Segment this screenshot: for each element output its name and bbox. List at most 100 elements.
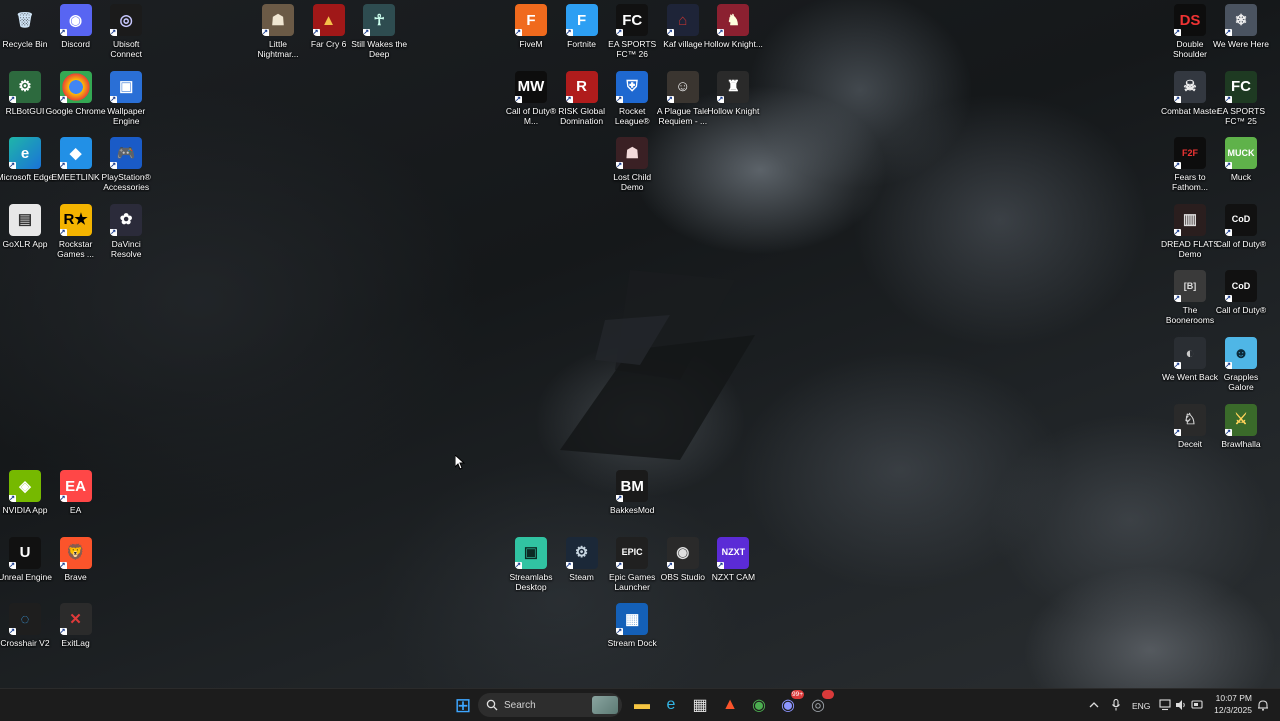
steam-glyph: ⚙	[574, 544, 589, 562]
desktop-icon-call-of-duty-mw[interactable]: MW ↗ Call of Duty® M...	[506, 70, 556, 137]
desktop-icon-exitlag[interactable]: ✕ ↗ ExitLag	[51, 603, 101, 669]
taskbar-discord-button[interactable]: ◉ 99+	[776, 690, 804, 717]
desktop-icon-goxlr-app[interactable]: ▤ GoXLR App	[0, 203, 50, 270]
desktop-icon-rlbotgui[interactable]: ⚙ ↗ RLBotGUI	[0, 70, 50, 137]
desktop-icon-far-cry-6[interactable]: ▲ ↗ Far Cry 6	[304, 4, 354, 70]
desktop-icon-recycle-bin[interactable]: 🗑 Recycle Bin	[0, 4, 50, 70]
desktop-icon-combat-master[interactable]: ☠ ↗ Combat Master	[1161, 70, 1219, 137]
desktop-icon-ubisoft-connect[interactable]: ◎ ↗ Ubisoft Connect	[101, 4, 151, 70]
ea-sports-fc-26-glyph: FC	[622, 11, 643, 29]
desktop-icon-epic-games-launcher[interactable]: EPIC ↗ Epic Games Launcher	[607, 536, 657, 603]
desktop-icon-ea[interactable]: EA ↗ EA	[51, 470, 101, 536]
taskbar-search-box[interactable]: Search	[478, 693, 622, 717]
desktop-icon-playstation-accessories[interactable]: 🎮 ↗ PlayStation® Accessories	[101, 137, 151, 203]
ea-sports-fc-25-icon: FC ↗	[1225, 70, 1257, 103]
desktop-icon-google-chrome[interactable]: ↗ Google Chrome	[46, 70, 106, 137]
microphone-icon[interactable]	[1111, 699, 1121, 711]
desktop-icon-hollow-knight-silksong[interactable]: ♞ ↗ Hollow Knight...	[704, 4, 763, 70]
desktop-icon-double-shoulder[interactable]: DS ↗ Double Shoulder	[1165, 4, 1215, 70]
brawlhalla-icon: ⚔ ↗	[1225, 403, 1257, 436]
shortcut-arrow-icon: ↗	[9, 561, 16, 569]
desktop-icon-discord[interactable]: ◉ ↗ Discord	[51, 4, 101, 70]
desktop-icon-call-of-duty-a[interactable]: CoD ↗ Call of Duty®	[1216, 203, 1266, 270]
desktop-icon-call-of-duty-b[interactable]: CoD ↗ Call of Duty®	[1216, 270, 1266, 336]
desktop-icon-muck[interactable]: MUCK ↗ Muck	[1216, 137, 1266, 203]
desktop-icon-fivem[interactable]: F ↗ FiveM	[506, 4, 556, 70]
desktop-icon-fortnite[interactable]: F ↗ Fortnite	[557, 4, 607, 70]
desktop-icon-emeetlink[interactable]: ◆ ↗ EMEETLINK	[51, 137, 101, 203]
ea-sports-fc-25-glyph: FC	[1231, 78, 1251, 96]
call-of-duty-mw-glyph: MW	[517, 78, 545, 96]
shortcut-arrow-icon: ↗	[616, 29, 624, 36]
desktop-icon-lost-child-demo[interactable]: ☗ ↗ Lost Child Demo	[607, 137, 657, 203]
desktop-icon-davinci-resolve[interactable]: ✿ ↗ DaVinci Resolve	[101, 203, 151, 270]
desktop-icon-we-were-here[interactable]: ❄ ↗ We Were Here	[1213, 4, 1269, 70]
language-indicator[interactable]: ENG	[1132, 701, 1150, 711]
desktop-icon-hollow-knight[interactable]: ♜ ↗ Hollow Knight	[707, 70, 759, 137]
shortcut-arrow-icon: ↗	[1174, 162, 1181, 170]
shortcut-arrow-icon: ↗	[9, 628, 16, 636]
volume-icon[interactable]	[1175, 699, 1187, 711]
desktop-icon-stream-dock[interactable]: ▦ ↗ Stream Dock	[607, 603, 657, 669]
taskbar-brave-button[interactable]: ▲	[718, 693, 742, 717]
shortcut-arrow-icon: ↗	[717, 95, 725, 103]
desktop-icon-bakkesmod[interactable]: BM ↗ BakkesMod	[607, 470, 657, 536]
clock[interactable]: 10:07 PM 12/3/2025	[1208, 693, 1252, 715]
still-wakes-the-deep-icon: ☥ ↗	[363, 4, 396, 36]
desktop-icon-the-backrooms[interactable]: [B] ↗ The Boonerooms	[1165, 270, 1215, 336]
desktop-icon-risk-global-domination[interactable]: R ↗ RISK Global Domination	[557, 70, 607, 137]
clock-time: 10:07 PM	[1215, 693, 1252, 703]
shortcut-arrow-icon: ↗	[1225, 162, 1232, 170]
desktop-icon-deceit[interactable]: ♘ ↗ Deceit	[1165, 403, 1215, 470]
desktop-icon-nzxt-cam[interactable]: NZXT ↗ NZXT CAM	[708, 536, 758, 603]
desktop-icon-a-plague-tale-requiem[interactable]: ☺ ↗ A Plague Tale Requiem - ...	[657, 70, 709, 137]
desktop-icon-dread-flats-demo[interactable]: ▥ ↗ DREAD FLATS Demo	[1161, 203, 1219, 270]
discord-glyph: ◉	[69, 11, 83, 29]
rocket-league-icon: ⛨ ↗	[616, 70, 649, 103]
taskbar-start-button[interactable]: ⊞	[451, 693, 475, 717]
desktop-icon-little-nightmares[interactable]: ☗ ↗ Little Nightmar...	[253, 4, 303, 70]
taskbar-edge-button[interactable]: e	[659, 693, 683, 717]
desktop-icon-grapples-galore[interactable]: ☻ ↗ Grapples Galore	[1216, 337, 1266, 403]
search-icon	[486, 699, 498, 711]
desktop-icon-streamlabs-desktop[interactable]: ▣ ↗ Streamlabs Desktop	[506, 536, 556, 603]
desktop-icon-ea-sports-fc-26[interactable]: FC ↗ EA SPORTS FC™ 26	[607, 4, 657, 70]
desktop-icon-microsoft-edge[interactable]: e ↗ Microsoft Edge	[0, 137, 53, 203]
desktop-icon-obs-studio[interactable]: ◉ ↗ OBS Studio	[658, 536, 708, 603]
ea-icon: EA ↗	[59, 470, 92, 503]
streamlabs-desktop-glyph: ▣	[523, 544, 539, 562]
shortcut-arrow-icon: ↗	[1174, 295, 1181, 303]
desktop-icon-brave[interactable]: 🦁 ↗ Brave	[51, 536, 101, 603]
desktop-icon-steam[interactable]: ⚙ ↗ Steam	[557, 536, 607, 603]
clock-date: 12/3/2025	[1214, 705, 1252, 715]
desktop-icon-unreal-engine[interactable]: U ↗ Unreal Engine	[0, 536, 52, 603]
shortcut-arrow-icon: ↗	[616, 561, 624, 569]
hollow-knight-silksong-icon: ♞ ↗	[717, 4, 750, 36]
taskbar-file-explorer-button[interactable]: ▬	[630, 693, 654, 717]
desktop-icon-rockstar-games[interactable]: R★ ↗ Rockstar Games ...	[51, 203, 101, 270]
desktop-icon-crosshair-v2[interactable]: ◌ ↗ Crosshair V2	[0, 603, 50, 669]
network-icon[interactable]	[1159, 699, 1171, 711]
shortcut-arrow-icon: ↗	[59, 561, 67, 569]
shortcut-arrow-icon: ↗	[59, 95, 67, 103]
shortcut-arrow-icon: ↗	[1174, 29, 1181, 36]
desktop-icon-nvidia-app[interactable]: ◈ ↗ NVIDIA App	[0, 470, 50, 536]
desktop-icon-we-went-back[interactable]: ◐ ↗ We Went Back	[1162, 337, 1218, 403]
desktop-icon-still-wakes-the-deep[interactable]: ☥ ↗ Still Wakes the Deep	[351, 4, 407, 70]
notification-bell-icon[interactable]	[1257, 699, 1269, 711]
taskbar-microsoft-store-button[interactable]: ▦	[688, 693, 712, 717]
taskbar-chrome-button[interactable]: ◉	[747, 693, 771, 717]
desktop-icon-fears-to-fathom[interactable]: F2F ↗ Fears to Fathom...	[1165, 137, 1215, 203]
chevron-up-icon[interactable]	[1089, 700, 1099, 710]
hollow-knight-silksong-glyph: ♞	[726, 11, 741, 29]
shortcut-arrow-icon: ↗	[1225, 95, 1232, 103]
desktop-icon-wallpaper-engine[interactable]: ▣ ↗ Wallpaper Engine	[101, 70, 151, 137]
desktop-icon-brawlhalla[interactable]: ⚔ ↗ Brawlhalla	[1216, 403, 1266, 470]
rocket-league-glyph: ⛨	[626, 78, 638, 96]
desktop-icon-kaf-village[interactable]: ⌂ ↗ Kaf village	[658, 4, 708, 70]
desktop-icon-rocket-league[interactable]: ⛨ ↗ Rocket League®	[607, 70, 657, 137]
battery-or-device-icon[interactable]	[1191, 699, 1203, 711]
desktop-icon-ea-sports-fc-25[interactable]: FC ↗ EA SPORTS FC™ 25	[1216, 70, 1266, 137]
shortcut-arrow-icon: ↗	[666, 95, 674, 103]
taskbar-app-extra-button[interactable]: ◎	[806, 690, 834, 717]
